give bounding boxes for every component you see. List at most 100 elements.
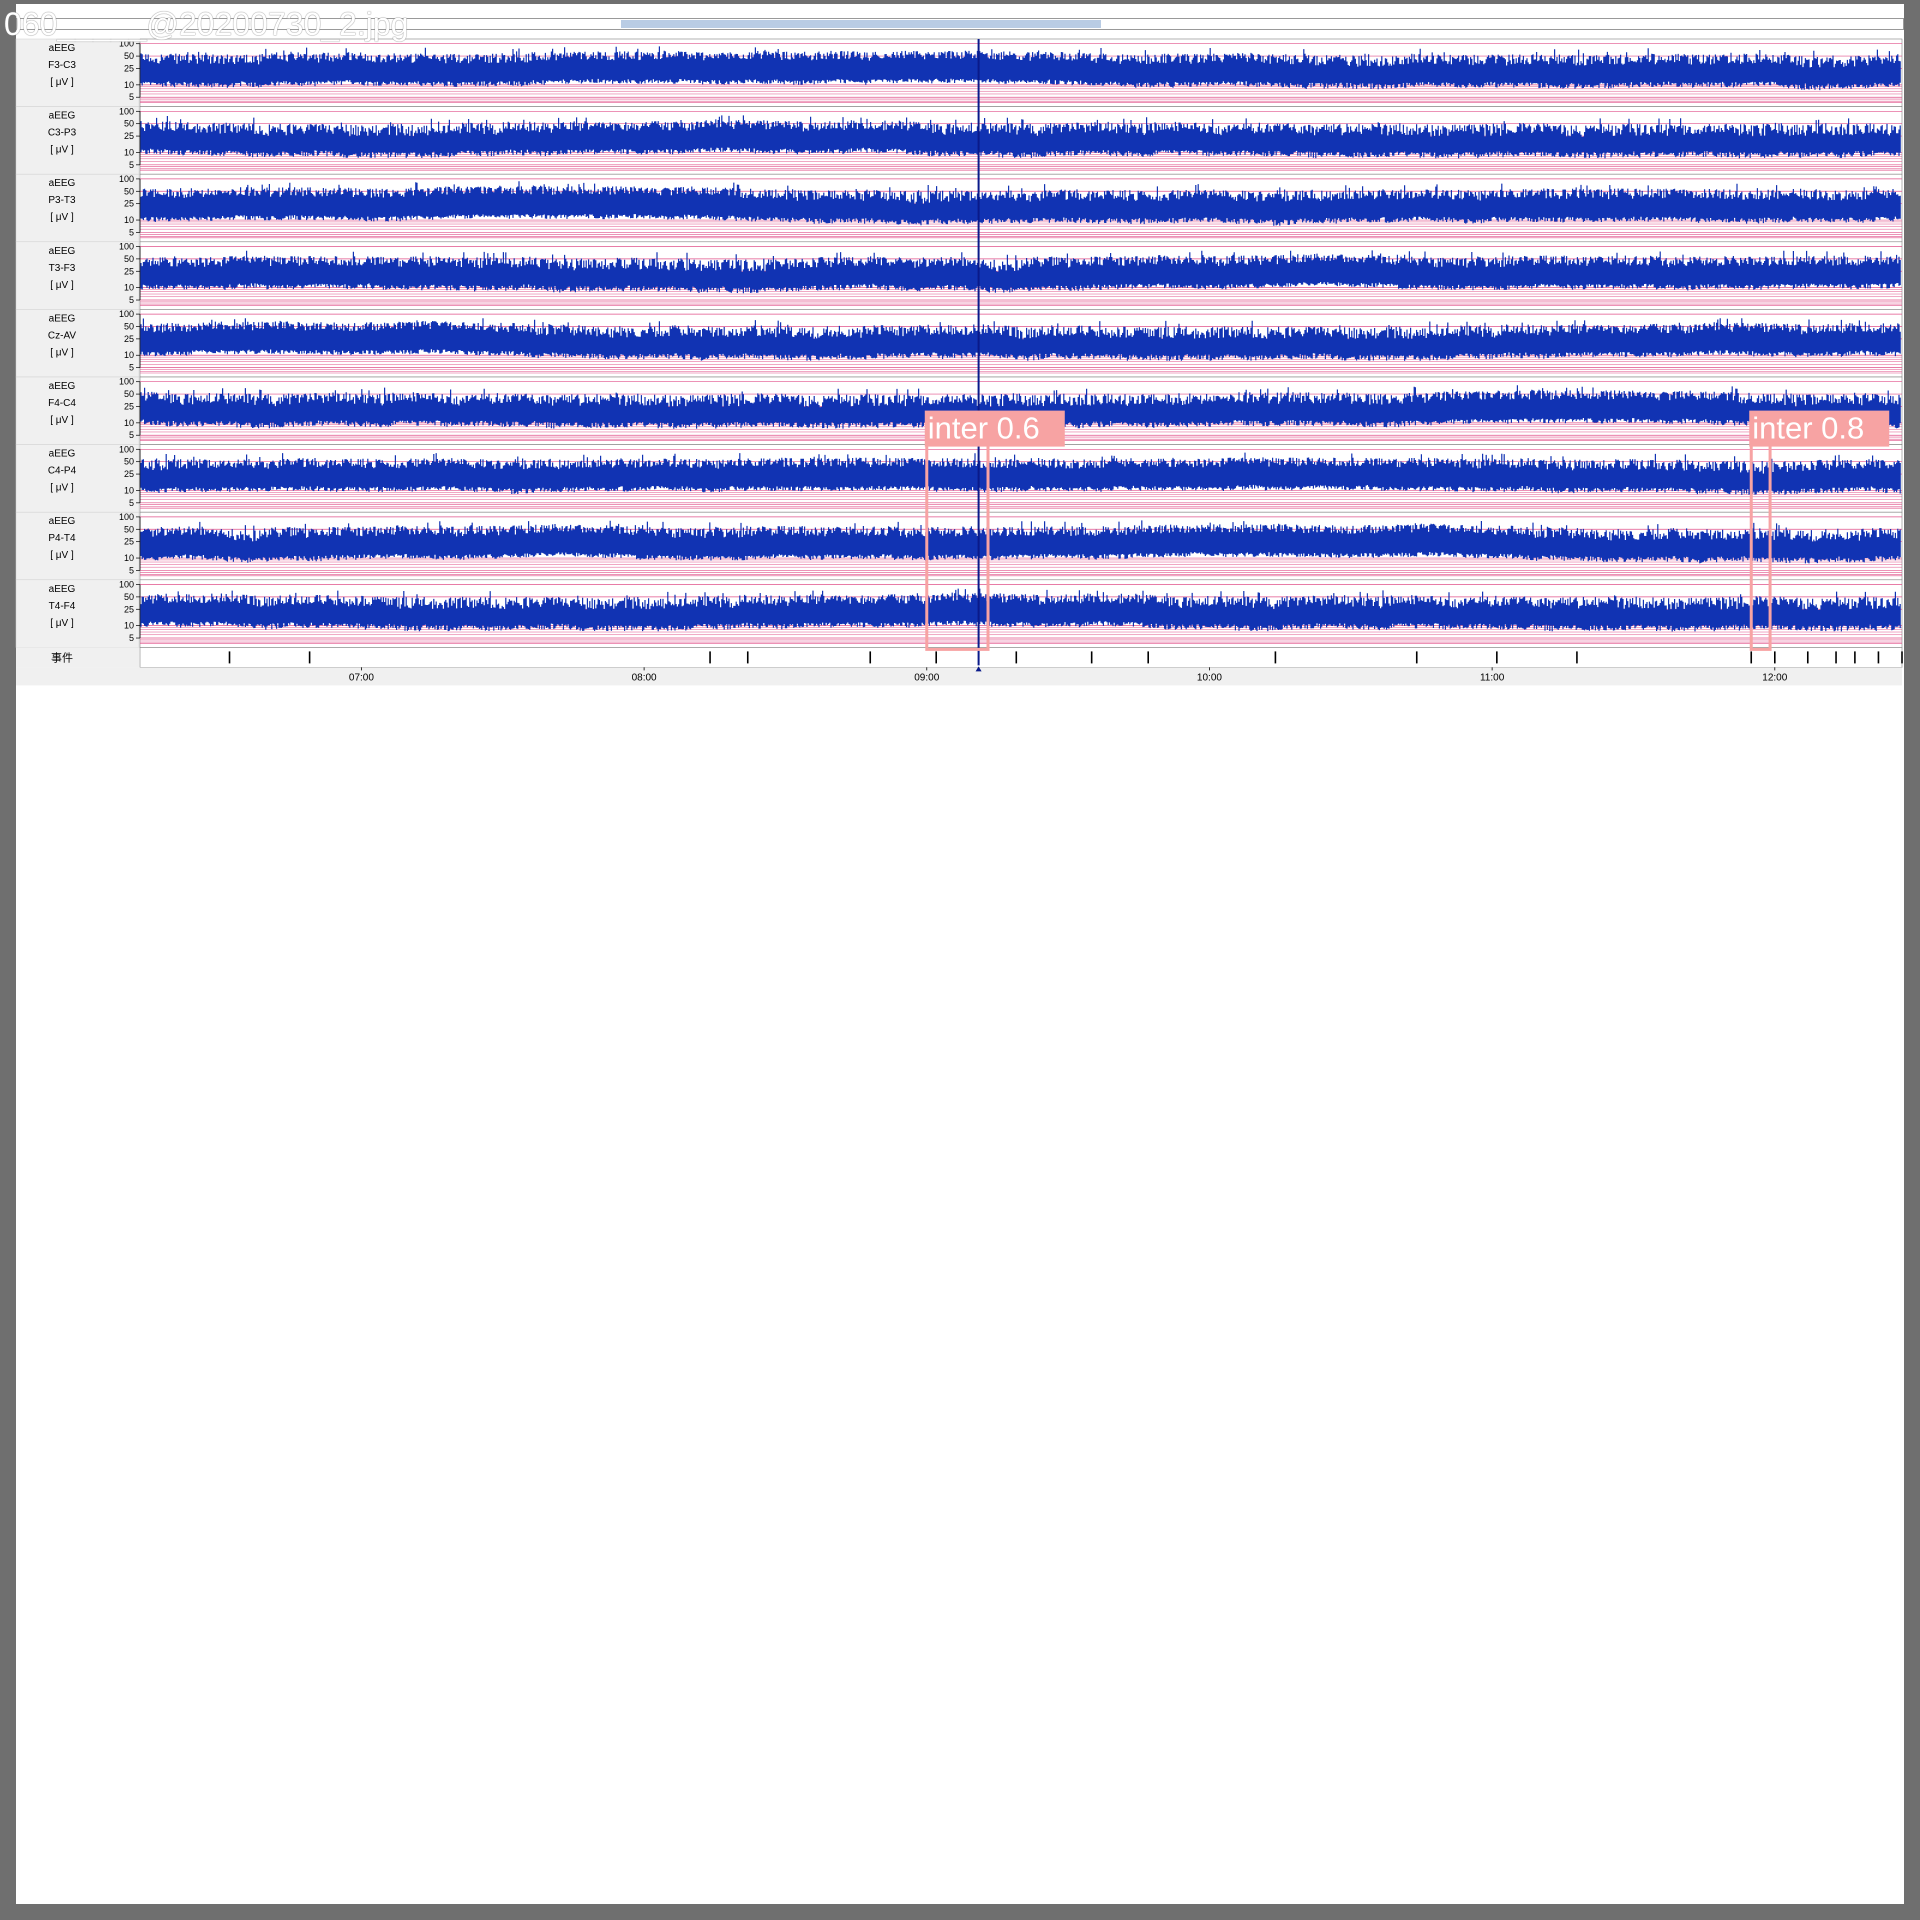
channel-lead: T4-F4 <box>49 601 76 612</box>
y-tick-label: 50 <box>124 119 134 129</box>
channel-name: aEEG <box>49 111 76 122</box>
y-tick-label: 10 <box>124 485 134 495</box>
channel-label-panel <box>15 309 140 378</box>
y-tick-label: 25 <box>124 63 134 73</box>
channel-label-panel <box>15 376 140 445</box>
channel-row: aEEG C4-P4 [ μV ] 100 50 25 10 5 <box>15 444 1903 513</box>
events-track <box>139 647 1903 668</box>
channel-unit: [ μV ] <box>50 415 74 426</box>
y-tick-label: 10 <box>124 350 134 360</box>
y-tick-label: 25 <box>124 469 134 479</box>
channel-label-panel <box>15 444 140 513</box>
y-tick-label: 100 <box>119 377 134 387</box>
y-tick-label: 25 <box>124 537 134 547</box>
x-tick-label: 10:00 <box>1197 672 1222 683</box>
y-tick-label: 5 <box>129 160 134 170</box>
y-tick-label: 5 <box>129 565 134 575</box>
channel-row: aEEG P4-T4 [ μV ] 100 50 25 10 5 <box>15 511 1903 581</box>
y-tick-label: 100 <box>119 174 134 184</box>
channel-name: aEEG <box>49 584 76 595</box>
channel-unit: [ μV ] <box>50 347 74 358</box>
channel-row: aEEG C3-P3 [ μV ] 100 50 25 10 5 <box>15 106 1903 175</box>
x-tick-label: 09:00 <box>914 672 939 683</box>
channel-row: aEEG Cz-AV [ μV ] 100 50 25 10 5 <box>15 309 1903 378</box>
y-tick-label: 100 <box>119 309 134 319</box>
channel-row: aEEG T3-F3 [ μV ] 100 50 25 10 5 <box>15 241 1903 310</box>
y-tick-label: 10 <box>124 147 134 157</box>
channel-unit: [ μV ] <box>50 483 74 494</box>
channel-lead: C3-P3 <box>48 128 77 139</box>
y-tick-label: 5 <box>129 227 134 237</box>
y-tick-label: 50 <box>124 186 134 196</box>
events-label-panel <box>16 647 139 668</box>
y-tick-label: 100 <box>119 106 134 116</box>
y-tick-label: 5 <box>129 498 134 508</box>
y-tick-label: 50 <box>124 321 134 331</box>
channel-label-panel <box>15 511 140 581</box>
channel-name: aEEG <box>49 449 76 460</box>
y-tick-label: 10 <box>124 621 134 631</box>
channel-lead: P4-T4 <box>48 533 76 544</box>
x-tick-label: 11:00 <box>1480 672 1505 683</box>
aeeg-chart: aEEG F3-C3 [ μV ] 100 50 25 10 5 aEEG C3-P3 [ μV ]… <box>15 38 1903 686</box>
channel-unit: [ μV ] <box>50 618 74 629</box>
y-tick-label: 50 <box>124 457 134 467</box>
image-filename: 060_____@20200730_2.jpg <box>4 6 409 42</box>
channel-unit: [ μV ] <box>50 77 74 88</box>
channel-label-panel <box>15 106 140 175</box>
channel-name: aEEG <box>49 178 76 189</box>
y-tick-label: 10 <box>124 418 134 428</box>
y-tick-label: 5 <box>129 92 134 102</box>
y-tick-label: 10 <box>124 215 134 225</box>
channel-unit: [ μV ] <box>50 212 74 223</box>
y-tick-label: 5 <box>129 295 134 305</box>
channel-row: aEEG T4-F4 [ μV ] 100 50 25 10 5 <box>15 579 1903 648</box>
channel-row: aEEG P3-T3 [ μV ] 100 50 25 10 5 <box>15 173 1903 243</box>
x-tick-label: 12:00 <box>1762 672 1787 683</box>
y-tick-label: 100 <box>119 512 134 522</box>
y-tick-label: 25 <box>124 334 134 344</box>
y-tick-label: 100 <box>119 580 134 590</box>
y-tick-label: 10 <box>124 80 134 90</box>
y-tick-label: 5 <box>129 430 134 440</box>
channel-label-panel <box>15 173 140 243</box>
y-tick-label: 25 <box>124 401 134 411</box>
y-tick-label: 25 <box>124 131 134 141</box>
channel-lead: F3-C3 <box>48 60 76 71</box>
x-tick-label: 07:00 <box>349 672 374 683</box>
channel-name: aEEG <box>49 246 76 257</box>
y-tick-label: 25 <box>124 604 134 614</box>
y-tick-label: 25 <box>124 199 134 209</box>
y-tick-label: 5 <box>129 633 134 643</box>
channel-name: aEEG <box>49 313 76 324</box>
x-tick-label: 08:00 <box>632 672 657 683</box>
y-tick-label: 50 <box>124 524 134 534</box>
detection-label: inter 0.6 <box>928 411 1040 446</box>
channel-lead: Cz-AV <box>48 330 76 341</box>
channel-lead: C4-P4 <box>48 466 77 477</box>
channel-label-panel <box>15 241 140 310</box>
y-tick-label: 50 <box>124 389 134 399</box>
y-tick-label: 100 <box>119 242 134 252</box>
y-tick-label: 10 <box>124 553 134 563</box>
y-tick-label: 50 <box>124 254 134 264</box>
y-tick-label: 50 <box>124 592 134 602</box>
events-label: 事件 <box>51 651 73 664</box>
channel-label-panel <box>15 579 140 648</box>
channel-name: aEEG <box>49 516 76 527</box>
time-axis <box>16 667 1902 686</box>
y-tick-label: 50 <box>124 51 134 61</box>
detection-label: inter 0.8 <box>1752 411 1864 446</box>
channel-lead: F4-C4 <box>48 398 76 409</box>
channel-label-panel <box>15 38 140 107</box>
channel-unit: [ μV ] <box>50 550 74 561</box>
channel-unit: [ μV ] <box>50 280 74 291</box>
y-tick-label: 100 <box>119 444 134 454</box>
y-tick-label: 5 <box>129 363 134 373</box>
channel-unit: [ μV ] <box>50 145 74 156</box>
channel-row: aEEGF3-C3[ μV ]1005025105 <box>15 38 1903 107</box>
channel-name: aEEG <box>49 381 76 392</box>
channel-lead: P3-T3 <box>48 195 76 206</box>
y-tick-label: 25 <box>124 266 134 276</box>
channel-name: aEEG <box>49 43 76 54</box>
